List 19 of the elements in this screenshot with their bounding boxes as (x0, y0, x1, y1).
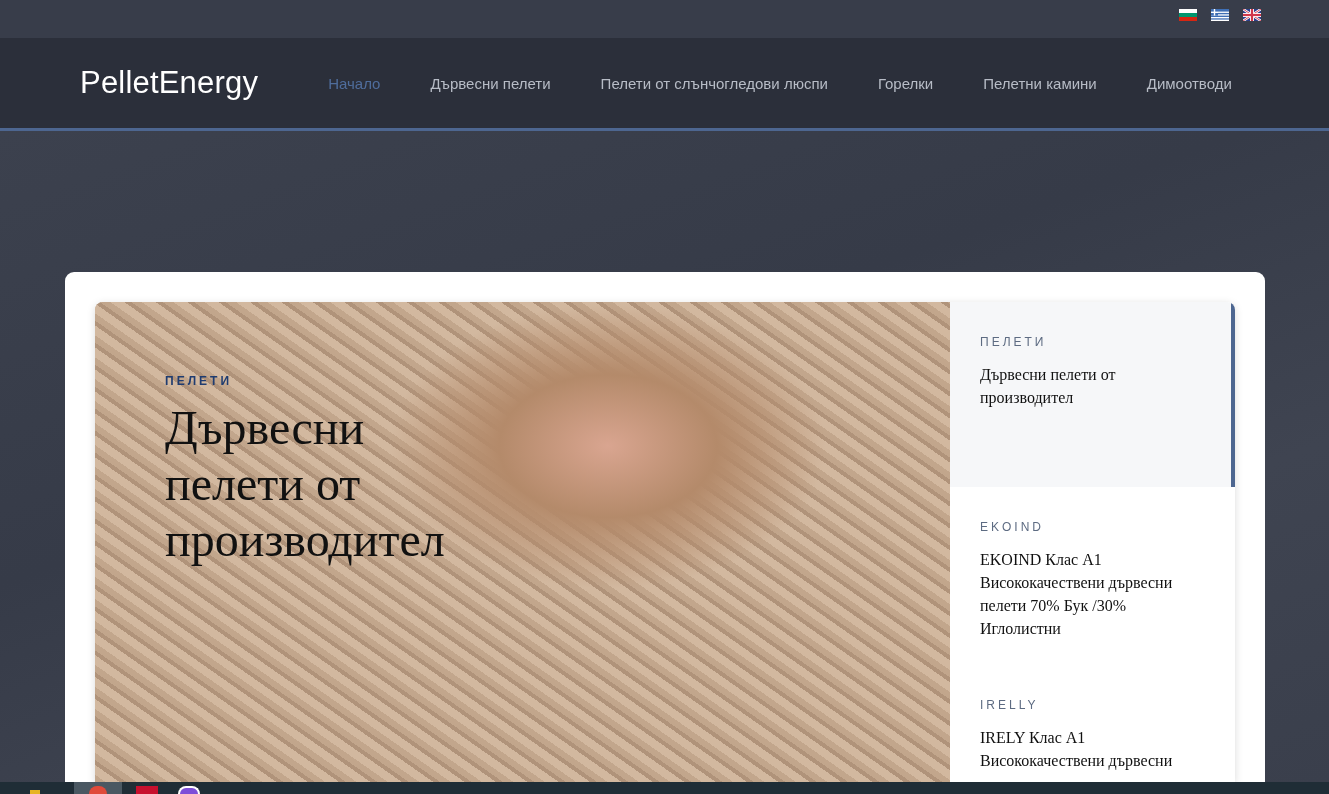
slide-tab-category: EKOIND (980, 520, 1045, 534)
nav-link[interactable]: Димоотводи (1146, 74, 1232, 92)
nav-link[interactable]: Горелки (877, 74, 934, 92)
ring-icon[interactable] (178, 786, 200, 794)
slide-tab-category: IRELLY (980, 698, 1040, 712)
slide-tab-title: Дървесни пелети от производител (980, 365, 1117, 409)
slide-tab-title: EKOIND Клас А1 Висококачествени дървесни пелети 70% Бук /30% Иглолистни (980, 550, 1174, 639)
slide-category: ПЕЛЕТИ (165, 374, 233, 388)
site-logo[interactable]: PelletEnergy (80, 65, 259, 101)
greek-flag-icon[interactable] (1211, 9, 1229, 21)
nav-link[interactable]: Пелетни камини (983, 74, 1097, 92)
slide-heading: Дървесни пелети от производител (165, 400, 446, 568)
slide-tab-category: ПЕЛЕТИ (980, 335, 1048, 349)
slide-tab-title: IRELY Клас А1 Висококачествени дървесни (980, 728, 1174, 772)
slide-tab[interactable]: ПЕЛЕТИ Дървесни пелети от производител (950, 302, 1235, 487)
nav-link[interactable]: Пелети от слънчогледови люспи (600, 74, 828, 92)
bulgarian-flag-icon[interactable] (1179, 9, 1197, 21)
nav-link[interactable]: Дървесни пелети (430, 74, 551, 92)
british-flag-icon[interactable] (1243, 9, 1261, 21)
